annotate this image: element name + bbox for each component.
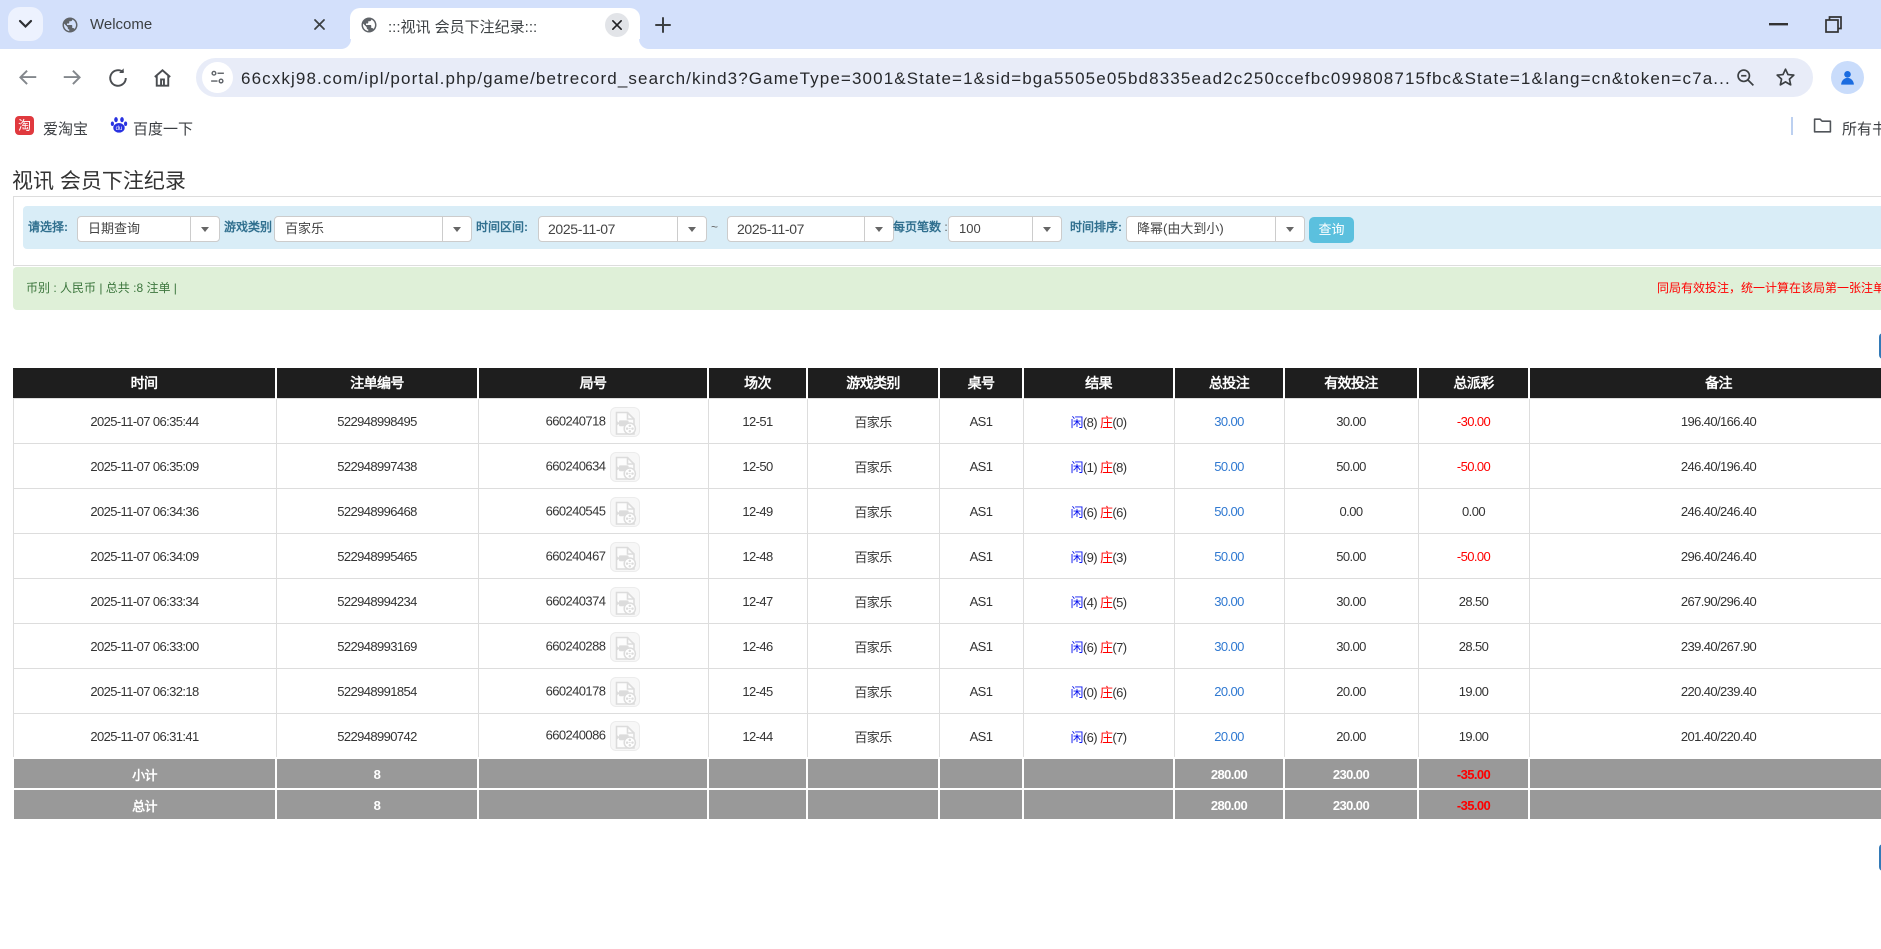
svg-text:du: du <box>116 126 123 132</box>
